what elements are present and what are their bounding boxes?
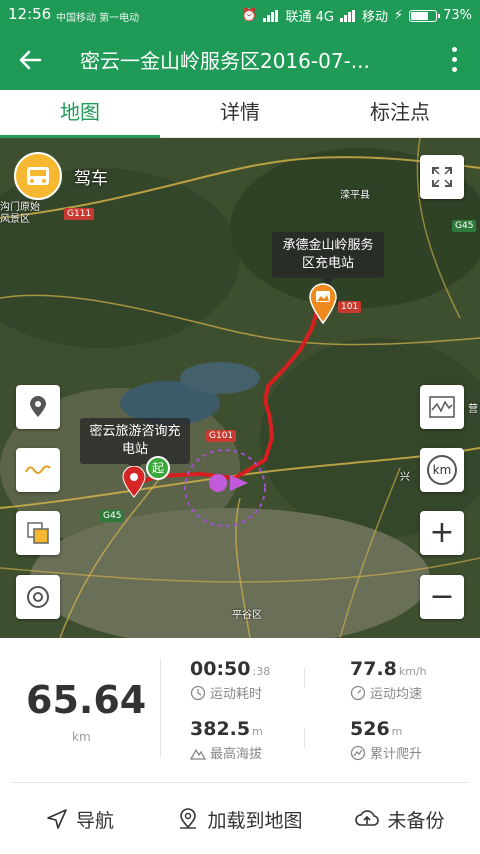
end-station-callout[interactable]: 承德金山岭服务区充电站 [272,232,384,285]
tab-map[interactable]: 地图 [0,90,160,138]
app-bar: 密云一金山岭服务区2016-07-... [0,30,480,90]
current-position-icon [209,474,248,492]
drive-mode-button[interactable] [14,152,62,200]
place-label: 兴 [400,472,410,483]
tab-bar: 地图 详情 标注点 [0,90,480,138]
fullscreen-icon [432,167,452,187]
speed-label: 运动均速 [370,687,423,702]
clock-icon [190,685,206,700]
status-time: 12:56 [8,5,52,23]
divider [160,658,161,758]
start-marker[interactable]: 起 [146,456,170,480]
charging-icon: ⚡ [393,8,404,23]
divider [12,782,468,783]
altitude-stat: 382.5 m 最高海拔 [190,718,263,762]
altitude-curve-button[interactable] [16,448,60,492]
start-station-callout[interactable]: 密云旅游咨询充电站 [80,418,190,471]
fullscreen-button[interactable] [420,155,464,199]
load-to-map-button[interactable]: 加载到地图 [160,784,320,854]
signal-icon [263,9,279,22]
cloud-upload-icon [355,810,380,826]
map-pin-button[interactable] [16,385,60,429]
target-icon [27,586,49,608]
backup-button[interactable]: 未备份 [320,784,480,854]
tab-details[interactable]: 详情 [160,90,320,137]
place-label: 风景区 [0,214,30,225]
page-title: 密云一金山岭服务区2016-07-... [80,49,370,73]
speed-stat: 77.8 km/h 运动均速 [350,658,427,702]
speedometer-icon [350,685,366,700]
layers-icon [27,522,49,544]
climb-icon [350,745,366,760]
climb-value: 526 [350,718,390,740]
status-bar: 12:56 中国移动 第一电动 ⏰ 联通 4G 移动 ⚡ 73% [0,0,480,30]
climb-unit: m [391,725,403,738]
duration-stat: 00:50:38 运动耗时 [190,658,270,702]
back-arrow-icon[interactable] [14,44,46,76]
red-location-pin-icon[interactable] [122,466,146,498]
divider [304,728,305,748]
navigate-button[interactable]: 导航 [0,784,160,854]
status-carrier-left: 中国移动 第一电动 [56,13,140,24]
altitude-label: 最高海拔 [210,747,263,762]
road-label: G111 [64,208,95,220]
climb-stat: 526 m 累计爬升 [350,718,422,762]
navigate-label: 导航 [75,809,114,832]
locate-button[interactable] [16,575,60,619]
status-carrier2: 移动 [361,10,388,25]
speed-value: 77.8 [350,658,397,680]
place-label: 滦平县 [340,190,370,201]
line-chart-icon [429,396,455,418]
km-toggle: km [427,455,457,485]
road-label: 101 [338,301,362,313]
map-layers-button[interactable] [16,511,60,555]
map-view[interactable]: 滦平县 沟门原始 风景区 平谷区 兴 营 G111 G45 G101 101 G… [0,138,480,638]
end-marker-icon[interactable] [308,282,338,324]
road-label: G45 [100,510,125,522]
place-label: 营 [468,404,478,415]
climb-label: 累计爬升 [370,747,423,762]
chart-button[interactable] [420,385,464,429]
backup-label: 未备份 [387,809,445,832]
map-pin-icon [180,808,197,829]
distance-value: 65.64 [26,678,147,722]
speed-unit: km/h [398,665,427,678]
more-menu-icon[interactable] [450,44,458,76]
battery-percent: 73% [443,8,472,23]
signal-icon-2 [339,9,356,22]
location-pin-icon [30,396,46,417]
car-icon [27,167,49,185]
duration-seconds: :38 [252,665,271,678]
altitude-unit: m [252,725,263,738]
battery-icon [409,9,441,22]
mountain-icon [190,748,206,760]
divider [304,668,305,688]
wave-icon [25,465,51,474]
tab-annotations[interactable]: 标注点 [320,90,480,137]
trip-stats-panel: 65.64 km 00:50:38 运动耗时 77.8 km/h 运动均速 382… [0,638,480,778]
altitude-value: 382.5 [190,718,251,740]
unit-toggle-button[interactable]: km [420,448,464,492]
zoom-out-button[interactable]: − [420,575,464,619]
duration-label: 运动耗时 [210,687,263,702]
status-carrier1: 联通 4G [285,10,334,25]
bottom-actions: 导航 加载到地图 未备份 [0,784,480,854]
drive-mode-label: 驾车 [74,169,108,189]
alarm-icon: ⏰ [241,8,258,23]
road-label: G101 [206,430,237,442]
duration-value: 00:50 [190,658,251,680]
navigation-arrow-icon [47,809,67,829]
distance-unit: km [72,730,91,744]
zoom-in-button[interactable]: + [420,511,464,555]
road-label: G45 [452,220,477,232]
place-label: 平谷区 [232,610,262,621]
load-to-map-label: 加载到地图 [207,809,303,832]
